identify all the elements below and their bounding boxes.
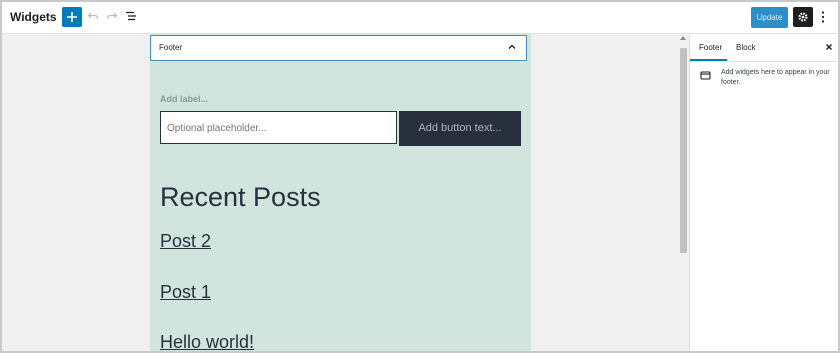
- more-vertical-icon[interactable]: [820, 10, 826, 24]
- add-block-button[interactable]: [62, 7, 82, 27]
- list-view-icon[interactable]: [125, 10, 137, 22]
- scrollbar-thumb[interactable]: [680, 48, 687, 253]
- sidebar-divider: [690, 61, 838, 62]
- close-icon[interactable]: [824, 42, 834, 52]
- post-link[interactable]: Post 2: [160, 231, 211, 252]
- widget-area-icon: [700, 71, 711, 80]
- search-label[interactable]: Add label...: [160, 94, 208, 104]
- widget-area-title: Footer: [159, 43, 183, 52]
- app-window: Widgets Update Footer Add label... Optio…: [0, 0, 840, 353]
- widget-area-header[interactable]: Footer: [150, 35, 527, 61]
- scroll-up-arrow-icon[interactable]: [680, 36, 686, 40]
- editor-canvas: Footer Add label... Optional placeholder…: [2, 34, 688, 351]
- post-link[interactable]: Hello world!: [160, 332, 254, 351]
- search-input[interactable]: Optional placeholder...: [160, 111, 397, 144]
- redo-icon[interactable]: [106, 10, 118, 22]
- top-toolbar: Widgets Update: [2, 2, 838, 34]
- post-link[interactable]: Post 1: [160, 282, 211, 303]
- search-button[interactable]: Add button text...: [399, 111, 521, 146]
- settings-button[interactable]: [793, 7, 813, 27]
- undo-icon[interactable]: [87, 10, 99, 22]
- recent-posts-heading: Recent Posts: [160, 182, 321, 212]
- update-button[interactable]: Update: [751, 7, 788, 28]
- editor-scrollbar[interactable]: [679, 34, 688, 351]
- settings-sidebar: Footer Block Add widgets here to appear …: [689, 34, 838, 351]
- gear-icon: [798, 12, 808, 22]
- widget-area-description: Add widgets here to appear in your foote…: [721, 69, 830, 86]
- widget-area-footer[interactable]: Footer Add label... Optional placeholder…: [150, 34, 531, 351]
- page-title: Widgets: [10, 10, 57, 24]
- plus-icon: [67, 12, 77, 22]
- tab-footer[interactable]: Footer: [699, 43, 722, 52]
- tab-block[interactable]: Block: [736, 43, 756, 52]
- chevron-up-icon[interactable]: [508, 44, 516, 50]
- search-placeholder: Optional placeholder...: [167, 123, 267, 134]
